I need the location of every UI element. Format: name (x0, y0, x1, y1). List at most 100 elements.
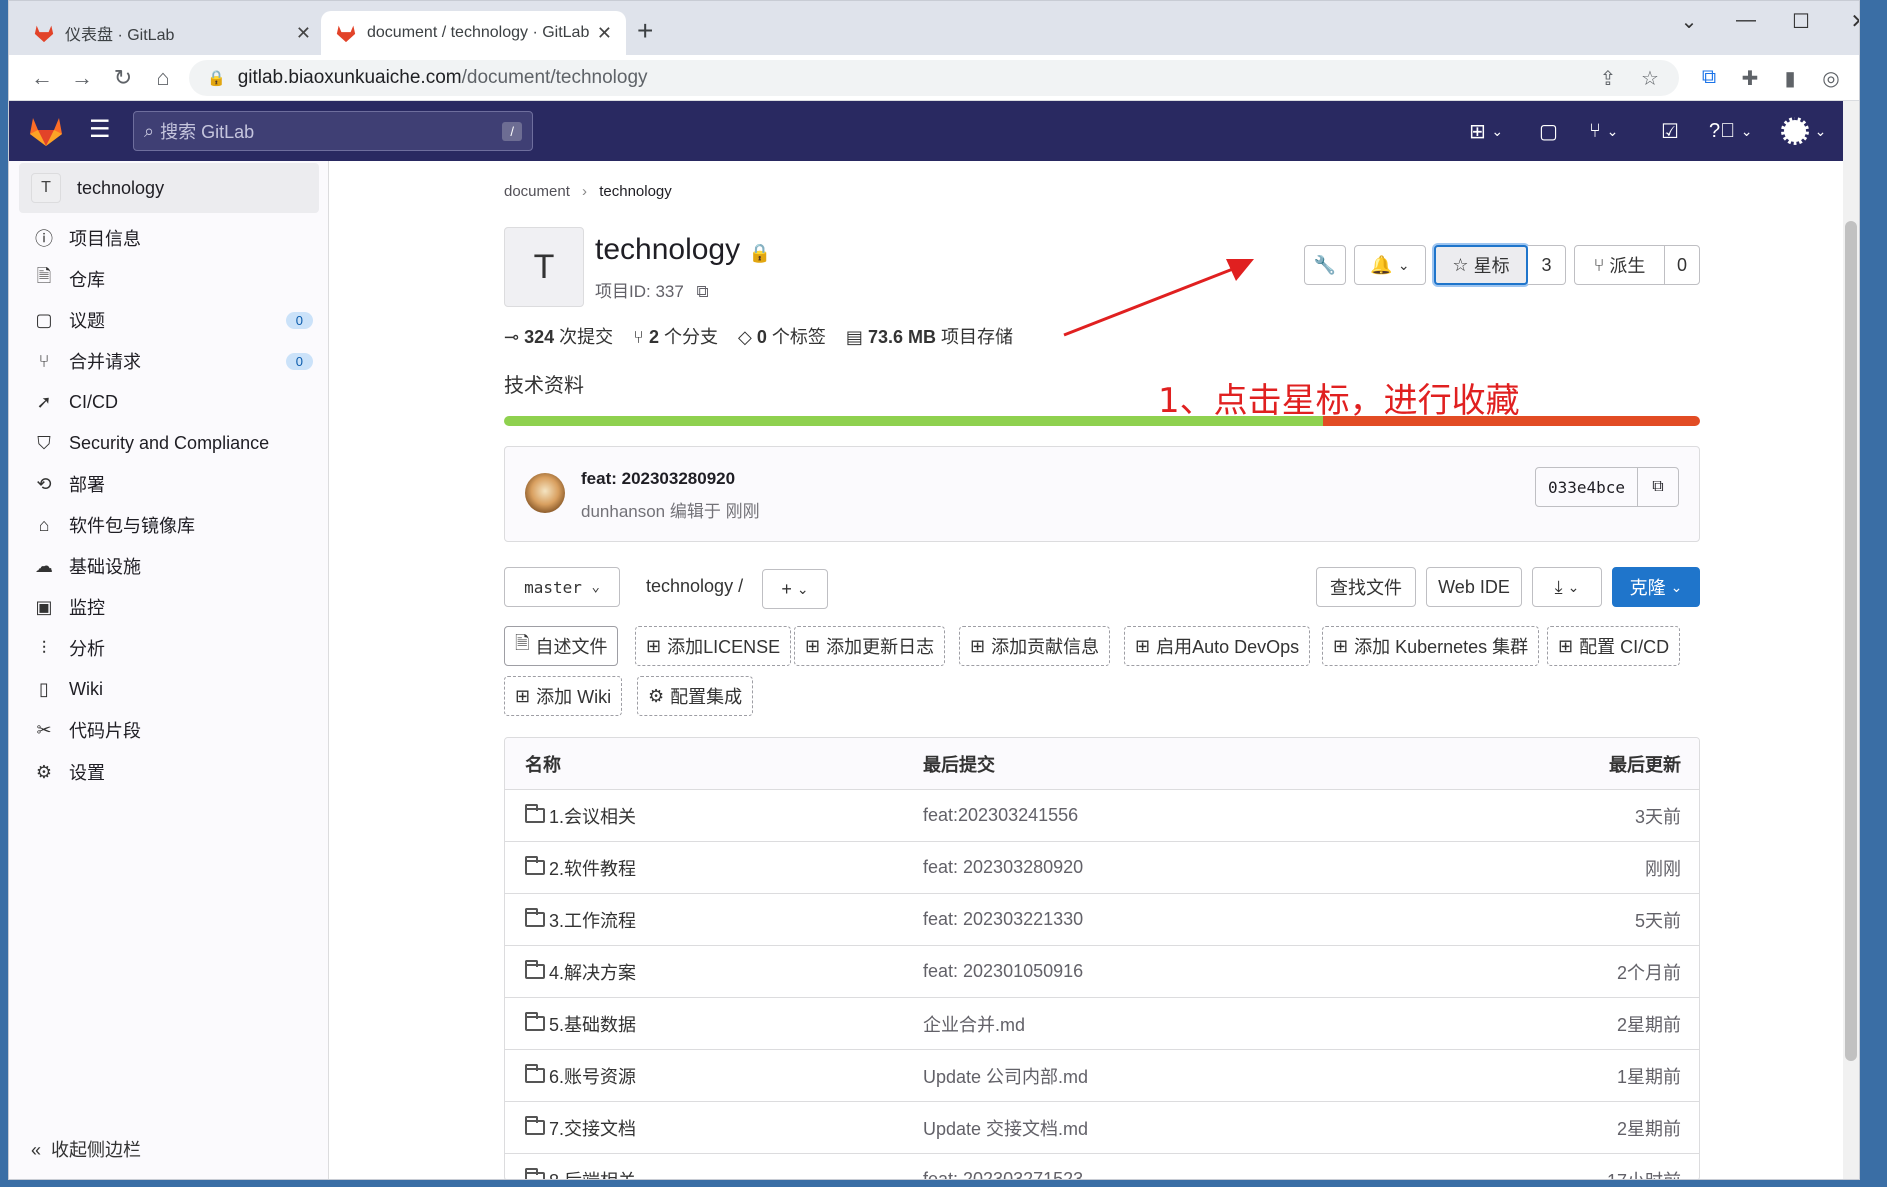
sidebar-item-security[interactable]: ⛉ Security and Compliance (33, 426, 313, 460)
commit-sha-link[interactable]: 033e4bce (1536, 468, 1638, 506)
forward-icon[interactable]: → (67, 64, 97, 92)
table-row[interactable]: 5.基础数据 企业合并.md 2星期前 (505, 998, 1699, 1050)
commit-title-link[interactable]: feat: 202303280920 (581, 469, 735, 489)
home-icon[interactable]: ⌂ (148, 64, 178, 92)
sidebar-item-repository[interactable]: 🗎 仓库 (33, 262, 313, 296)
extensions-icon[interactable]: ✚ (1736, 66, 1764, 91)
add-wiki-button[interactable]: ⊞ 添加 Wiki (504, 676, 623, 716)
fork-button[interactable]: ⑂ 派生 (1574, 245, 1665, 285)
sidebar-item-issues[interactable]: ▢ 议题 0 (33, 303, 313, 337)
language-segment[interactable] (1323, 416, 1700, 426)
add-kubernetes-button[interactable]: ⊞ 添加 Kubernetes 集群 (1322, 626, 1540, 666)
collapse-sidebar-button[interactable]: « 收起侧边栏 (31, 1136, 141, 1162)
help-dropdown[interactable]: ?⃝ ⌄ (1709, 118, 1752, 144)
sidebar-item-snippets[interactable]: ✂ 代码片段 (33, 713, 313, 747)
translate-icon[interactable]: ⧉ (1695, 66, 1723, 89)
folder-name-link[interactable]: 4.解决方案 (525, 959, 636, 985)
commit-author-avatar[interactable] (525, 473, 565, 513)
profile-avatar-icon[interactable]: ◎ (1817, 66, 1845, 91)
last-commit-link[interactable]: feat: 202303280920 (923, 857, 1083, 878)
star-button[interactable]: ☆ 星标 (1434, 245, 1528, 285)
table-row[interactable]: 1.会议相关 feat:202303241556 3天前 (505, 790, 1699, 842)
breadcrumb-current-link[interactable]: technology (599, 183, 672, 200)
hamburger-menu-icon[interactable]: ☰ (89, 115, 115, 143)
sidebar-project-header[interactable]: T technology (19, 163, 319, 213)
sidebar-item-infrastructure[interactable]: ☁ 基础设施 (33, 549, 313, 583)
breadcrumb-parent-link[interactable]: document (504, 183, 570, 200)
menu-kebab-icon[interactable]: ⋮ (1849, 66, 1859, 91)
folder-name-link[interactable]: 5.基础数据 (525, 1011, 636, 1037)
readme-button[interactable]: 🗎 自述文件 (504, 626, 619, 666)
table-row[interactable]: 4.解决方案 feat: 202301050916 2个月前 (505, 946, 1699, 998)
side-panel-icon[interactable]: ▮ (1776, 66, 1804, 91)
tags-stat[interactable]: ◇ 0 个标签 (738, 323, 826, 349)
add-file-dropdown[interactable]: + ⌄ (762, 569, 828, 609)
back-icon[interactable]: ← (27, 64, 57, 92)
window-close-icon[interactable]: ✕ (1839, 9, 1859, 34)
copy-icon[interactable]: ⧉ (697, 282, 709, 301)
last-commit-link[interactable]: feat:202303241556 (923, 805, 1078, 826)
share-icon[interactable]: ⇪ (1594, 66, 1622, 91)
last-commit-link[interactable]: feat: 202303221330 (923, 909, 1083, 930)
sidebar-item-deploy[interactable]: ⟲ 部署 (33, 467, 313, 501)
star-count-link[interactable]: 3 (1528, 245, 1566, 285)
gitlab-logo-icon[interactable] (29, 115, 63, 147)
search-input[interactable]: ⌕ 搜索 GitLab / (133, 111, 533, 151)
page-scrollbar[interactable] (1843, 101, 1859, 1179)
sidebar-item-merge-requests[interactable]: ⑂ 合并请求 0 (33, 344, 313, 378)
add-changelog-button[interactable]: ⊞ 添加更新日志 (794, 626, 946, 666)
sidebar-item-analytics[interactable]: ⫶ 分析 (33, 631, 313, 665)
download-dropdown[interactable]: ⤓ ⌄ (1532, 567, 1602, 607)
clone-dropdown[interactable]: 克隆 ⌄ (1612, 567, 1700, 607)
create-new-dropdown[interactable]: ⊞ ⌄ (1469, 118, 1503, 144)
copy-sha-icon[interactable]: ⧉ (1638, 468, 1678, 506)
sidebar-item-monitor[interactable]: ▣ 监控 (33, 590, 313, 624)
folder-name-link[interactable]: 1.会议相关 (525, 803, 636, 829)
find-file-button[interactable]: 查找文件 (1316, 567, 1416, 607)
url-field[interactable]: 🔒 gitlab.biaoxunkuaiche.com/document/tec… (189, 60, 1679, 96)
enable-auto-devops-button[interactable]: ⊞ 启用Auto DevOps (1124, 626, 1311, 666)
merge-requests-dropdown[interactable]: ⑂ ⌄ (1589, 118, 1618, 144)
commits-stat[interactable]: ⊸ 324 次提交 (504, 323, 613, 349)
browser-tab-dashboard[interactable]: 仪表盘 · GitLab ✕ (19, 11, 325, 55)
folder-name-link[interactable]: 6.账号资源 (525, 1063, 636, 1089)
table-row[interactable]: 8.后端相关 feat: 202303271523 17小时前 (505, 1154, 1699, 1179)
issues-shortcut-icon[interactable]: ▢ (1539, 118, 1558, 144)
setup-cicd-button[interactable]: ⊞ 配置 CI/CD (1547, 626, 1681, 666)
sidebar-item-cicd[interactable]: ➚ CI/CD (33, 385, 313, 419)
web-ide-button[interactable]: Web IDE (1426, 567, 1522, 607)
branches-stat[interactable]: ⑂ 2 个分支 (633, 323, 718, 349)
last-commit-link[interactable]: feat: 202301050916 (923, 961, 1083, 982)
reload-icon[interactable]: ↻ (108, 64, 138, 92)
user-menu-dropdown[interactable]: ⌄ (1781, 117, 1826, 145)
last-commit-link[interactable]: 企业合并.md (923, 1011, 1025, 1037)
sidebar-item-settings[interactable]: ⚙ 设置 (33, 755, 313, 789)
maximize-icon[interactable]: ☐ (1781, 9, 1821, 34)
minimize-icon[interactable]: — (1726, 9, 1766, 32)
scrollbar-thumb[interactable] (1845, 221, 1857, 1061)
fork-count-link[interactable]: 0 (1664, 245, 1700, 285)
last-commit-link[interactable]: Update 交接文档.md (923, 1115, 1088, 1141)
folder-name-link[interactable]: 8.后端相关 (525, 1167, 636, 1179)
add-license-button[interactable]: ⊞ 添加LICENSE (635, 626, 792, 666)
table-row[interactable]: 3.工作流程 feat: 202303221330 5天前 (505, 894, 1699, 946)
close-icon[interactable]: ✕ (296, 23, 311, 44)
configure-integrations-button[interactable]: ⚙ 配置集成 (637, 676, 754, 716)
notification-dropdown[interactable]: 🔔 ⌄ (1354, 245, 1426, 285)
folder-name-link[interactable]: 7.交接文档 (525, 1115, 636, 1141)
sidebar-item-packages[interactable]: ⌂ 软件包与镜像库 (33, 508, 313, 542)
bookmark-star-icon[interactable]: ☆ (1636, 66, 1664, 91)
new-tab-icon[interactable]: + (637, 17, 653, 45)
language-segment[interactable] (504, 416, 1324, 426)
table-row[interactable]: 6.账号资源 Update 公司内部.md 1星期前 (505, 1050, 1699, 1102)
last-commit-link[interactable]: Update 公司内部.md (923, 1063, 1088, 1089)
repo-path-root-link[interactable]: technology (646, 576, 733, 596)
table-row[interactable]: 2.软件教程 feat: 202303280920 刚刚 (505, 842, 1699, 894)
sidebar-item-project-info[interactable]: ⓘ 项目信息 (33, 221, 313, 255)
sidebar-item-wiki[interactable]: ▯ Wiki (33, 672, 313, 706)
close-icon[interactable]: ✕ (597, 23, 612, 44)
branch-selector[interactable]: master ⌄ (504, 567, 620, 607)
folder-name-link[interactable]: 2.软件教程 (525, 855, 636, 881)
browser-tab-technology[interactable]: document / technology · GitLab ✕ (321, 11, 626, 55)
tab-search-chevron-icon[interactable]: ⌄ (1669, 9, 1709, 34)
